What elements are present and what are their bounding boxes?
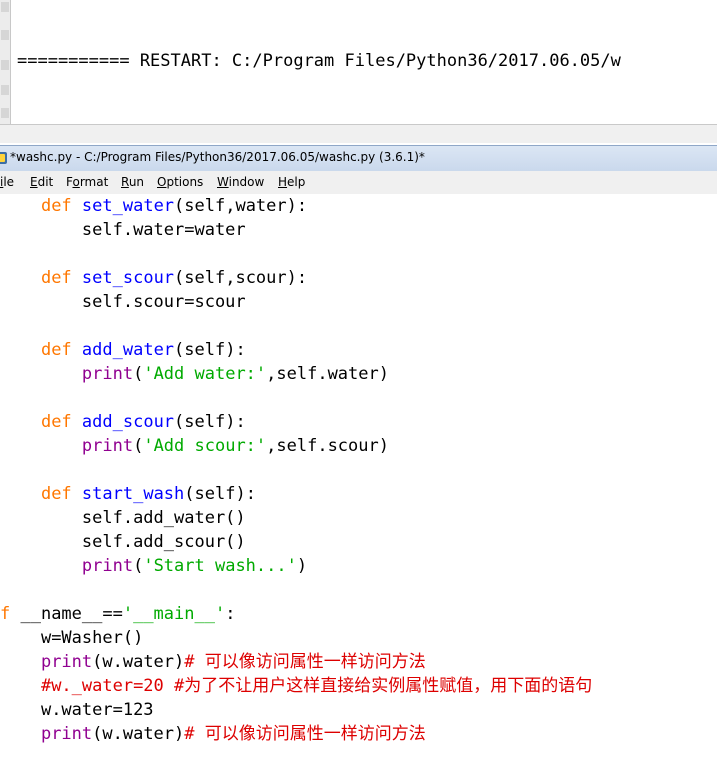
restart-banner: =========== RESTART: C:/Program Files/Py…	[17, 51, 621, 71]
code-line: print('Add water:',self.water)	[81, 364, 389, 384]
gutter-marker	[1, 30, 9, 40]
shell-window[interactable]: =========== RESTART: C:/Program Files/Py…	[0, 0, 717, 359]
code-line: f __name__=='__main__':	[0, 604, 236, 624]
window-title: *washc.py - C:/Program Files/Python36/20…	[10, 150, 425, 164]
python-idle-icon	[0, 152, 7, 164]
code-line: print('Start wash...')	[81, 556, 308, 576]
gutter-marker	[1, 60, 9, 70]
code-line: def set_scour(self,scour):	[40, 268, 308, 288]
gutter-marker	[1, 2, 9, 12]
code-line: self.scour=scour	[81, 292, 246, 312]
code-line: def add_water(self):	[40, 340, 246, 360]
code-line: print(w.water)# 可以像访问属性一样访问方法	[40, 724, 426, 744]
code-line: #w._water=20 #为了不让用户这样直接给实例属性赋值，用下面的语句	[40, 676, 593, 696]
code-line: def add_scour(self):	[40, 412, 246, 432]
shell-horizontal-scrollbar[interactable]	[0, 124, 717, 143]
menu-format[interactable]: Format	[66, 175, 108, 189]
gutter-marker	[1, 108, 9, 118]
code-line: w.water=123	[40, 700, 154, 720]
code-line: self.add_water()	[81, 508, 246, 528]
menu-run[interactable]: Run	[121, 175, 144, 189]
code-line: print('Add scour:',self.scour)	[81, 436, 389, 456]
shell-gutter	[0, 0, 11, 142]
gutter-marker	[1, 85, 9, 95]
code-line: w=Washer()	[40, 628, 144, 648]
code-line: def set_water(self,water):	[40, 196, 308, 216]
code-line: def start_wash(self):	[40, 484, 256, 504]
menu-bar: ile Edit Format Run Options Window Help	[0, 171, 717, 195]
menu-window[interactable]: Window	[217, 175, 264, 189]
code-line: self.water=water	[81, 220, 246, 240]
menu-edit[interactable]: Edit	[30, 175, 53, 189]
code-line: self.add_scour()	[81, 532, 246, 552]
menu-help[interactable]: Help	[278, 175, 305, 189]
code-line: print(w.water)# 可以像访问属性一样访问方法	[40, 652, 426, 672]
code-editor[interactable]: def set_water(self,water): self.water=wa…	[0, 194, 717, 767]
menu-options[interactable]: Options	[157, 175, 203, 189]
editor-title-bar[interactable]: *washc.py - C:/Program Files/Python36/20…	[0, 145, 717, 172]
menu-file[interactable]: ile	[0, 175, 14, 189]
